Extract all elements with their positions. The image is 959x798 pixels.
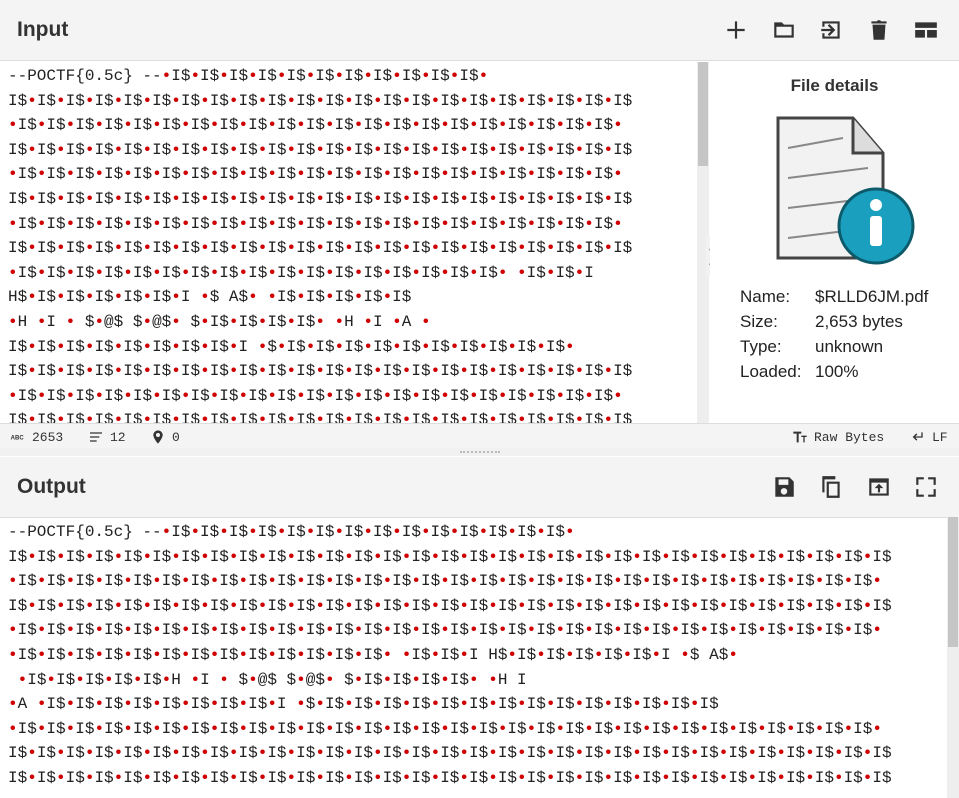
input-scroll-thumb[interactable] <box>698 62 708 166</box>
input-text-line: I$•I$•I$•I$•I$•I$•I$•I$•I •$•I$•I$•I$•I$… <box>8 337 575 356</box>
length-stat: ABC 2653 <box>10 429 64 445</box>
output-text-line: •I$•I$•I$•I$•I$•I$•I$•I$•I$•I$•I$•I$•I$•… <box>8 645 738 664</box>
input-text-line: •I$•I$•I$•I$•I$•I$•I$•I$•I$•I$•I$•I$•I$•… <box>8 263 594 282</box>
svg-text:ABC: ABC <box>11 436 25 442</box>
output-scroll-thumb[interactable] <box>948 517 958 647</box>
replace-input-button[interactable] <box>863 471 895 503</box>
output-header: Output <box>0 457 959 518</box>
encoding-selector[interactable]: Raw Bytes <box>792 429 884 445</box>
trash-icon <box>871 20 887 40</box>
clear-input-button[interactable] <box>863 14 895 46</box>
output-text-line: •I$•I$•I$•I$•I$•I$•I$•I$•I$•I$•I$•I$•I$•… <box>8 572 882 591</box>
input-text-line: I$•I$•I$•I$•I$•I$•I$•I$•I$•I$•I$•I$•I$•I… <box>8 140 633 159</box>
output-text-line: I$•I$•I$•I$•I$•I$•I$•I$•I$•I$•I$•I$•I$•I… <box>8 744 892 763</box>
reset-layout-button[interactable] <box>910 14 942 46</box>
file-type-row: Type: unknown <box>740 337 884 356</box>
pane-resizer[interactable] <box>0 448 959 456</box>
maximize-output-button[interactable] <box>910 471 942 503</box>
position-stat: 0 <box>150 429 180 445</box>
output-text-line: I$•I$•I$•I$•I$•I$•I$•I$•I$•I$•I$•I$•I$•I… <box>8 768 892 787</box>
input-text-line: •H •I • $•@$ $•@$• $•I$•I$•I$•I$• •H •I … <box>8 312 431 331</box>
open-folder-button[interactable] <box>768 14 800 46</box>
file-details-panel: File details Name: $RLLD6JM.pdf Size: 2,65… <box>710 62 959 423</box>
lines-stat: 12 <box>88 429 126 445</box>
fullscreen-icon <box>916 477 936 497</box>
output-text-line: --POCTF{0.5c} --•I$•I$•I$•I$•I$•I$•I$•I$… <box>8 523 575 541</box>
input-text-line: I$•I$•I$•I$•I$•I$•I$•I$•I$•I$•I$•I$•I$•I… <box>8 189 633 208</box>
input-status-bar: ABC 2653 12 0 Raw Bytes LF <box>0 423 959 450</box>
eol-selector[interactable]: LF <box>910 429 948 445</box>
input-title: Input <box>17 18 69 41</box>
save-icon <box>775 477 794 497</box>
output-title: Output <box>17 475 86 498</box>
input-text-line: I$•I$•I$•I$•I$•I$•I$•I$•I$•I$•I$•I$•I$•I… <box>8 411 633 423</box>
output-text-line: I$•I$•I$•I$•I$•I$•I$•I$•I$•I$•I$•I$•I$•I… <box>8 596 892 615</box>
file-name: $RLLD6JM.pdf <box>815 287 929 306</box>
abc-icon: ABC <box>11 436 25 442</box>
file-loaded-row: Loaded: 100% <box>740 362 859 381</box>
output-text-line: I$•I$•I$•I$•I$•I$•I$•I$•I$•I$•I$•I$•I$•I… <box>8 547 892 566</box>
file-loaded: 100% <box>815 362 859 381</box>
input-textarea[interactable]: --POCTF{0.5c} --•I$•I$•I$•I$•I$•I$•I$•I$… <box>8 64 696 423</box>
copy-output-button[interactable] <box>815 471 847 503</box>
folder-icon <box>774 22 794 38</box>
file-type: unknown <box>815 337 884 356</box>
copy-icon <box>822 476 840 498</box>
location-pin-icon <box>153 430 163 444</box>
text-size-icon <box>793 431 807 443</box>
layout-icon <box>915 22 937 38</box>
file-details-title: File details <box>790 76 879 95</box>
input-text-line: --POCTF{0.5c} --•I$•I$•I$•I$•I$•I$•I$•I$… <box>8 67 489 85</box>
return-arrow-icon <box>912 432 923 441</box>
output-text-line: •I$•I$•I$•I$•I$•I$•I$•I$•I$•I$•I$•I$•I$•… <box>8 719 882 738</box>
input-text-line: I$•I$•I$•I$•I$•I$•I$•I$•I$•I$•I$•I$•I$•I… <box>8 362 633 381</box>
input-text-line: •I$•I$•I$•I$•I$•I$•I$•I$•I$•I$•I$•I$•I$•… <box>8 116 623 135</box>
upload-icon <box>869 478 889 496</box>
output-scrollbar[interactable] <box>947 517 959 798</box>
file-size: 2,653 bytes <box>815 312 903 331</box>
input-text-line: •I$•I$•I$•I$•I$•I$•I$•I$•I$•I$•I$•I$•I$•… <box>8 386 623 405</box>
plus-icon <box>727 21 745 39</box>
file-size-row: Size: 2,653 bytes <box>740 312 903 331</box>
file-input-icon <box>821 21 840 39</box>
input-text-line: •I$•I$•I$•I$•I$•I$•I$•I$•I$•I$•I$•I$•I$•… <box>8 214 623 233</box>
input-text-line: I$•I$•I$•I$•I$•I$•I$•I$•I$•I$•I$•I$•I$•I… <box>8 239 633 258</box>
file-name-row: Name: $RLLD6JM.pdf <box>740 287 929 306</box>
input-text-line: I$•I$•I$•I$•I$•I$•I$•I$•I$•I$•I$•I$•I$•I… <box>8 91 633 110</box>
save-output-button[interactable] <box>768 471 800 503</box>
output-text-line: •I$•I$•I$•I$•I$•H •I • $•@$ $•@$• $•I$•I… <box>17 670 527 689</box>
output-text-line: •A •I$•I$•I$•I$•I$•I$•I$•I$•I •$•I$•I$•I… <box>8 695 719 714</box>
add-tab-button[interactable] <box>720 14 752 46</box>
input-text-line: •I$•I$•I$•I$•I$•I$•I$•I$•I$•I$•I$•I$•I$•… <box>8 165 623 184</box>
file-info-icon <box>776 116 915 265</box>
output-textarea[interactable]: --POCTF{0.5c} --•I$•I$•I$•I$•I$•I$•I$•I$… <box>8 520 945 798</box>
output-text-line: •I$•I$•I$•I$•I$•I$•I$•I$•I$•I$•I$•I$•I$•… <box>8 621 882 640</box>
resizer-grip[interactable] <box>460 451 500 455</box>
lines-icon <box>90 432 102 442</box>
input-header: Input <box>0 0 959 61</box>
open-file-button[interactable] <box>815 14 847 46</box>
input-text-line: H$•I$•I$•I$•I$•I$•I •$ A$• •I$•I$•I$•I$•… <box>8 288 412 307</box>
